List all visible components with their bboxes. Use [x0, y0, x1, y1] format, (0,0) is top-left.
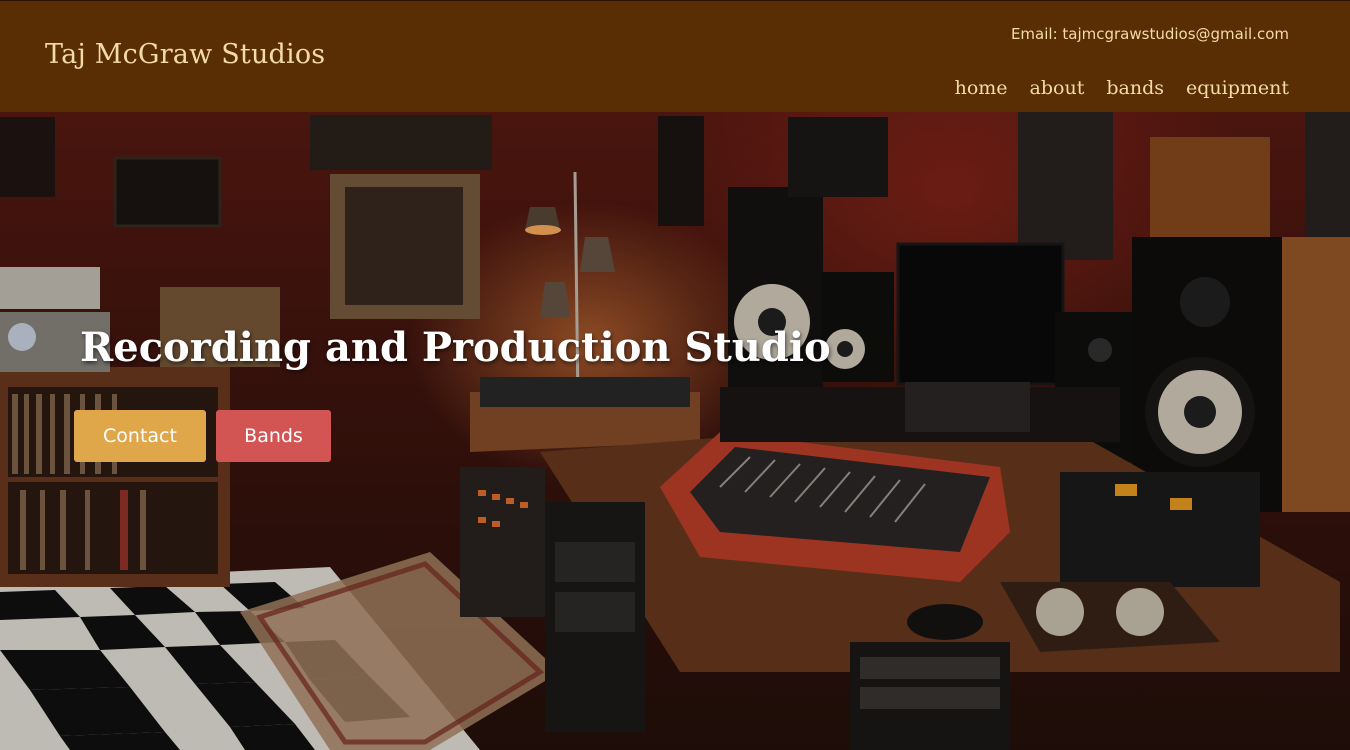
nav-about[interactable]: about [1030, 77, 1085, 99]
site-header: Taj McGraw Studios Email: tajmcgrawstudi… [0, 0, 1350, 112]
main-nav: home about bands equipment [933, 77, 1289, 99]
bands-button[interactable]: Bands [216, 410, 331, 462]
contact-email: Email: tajmcgrawstudios@gmail.com [1010, 25, 1289, 43]
hero-section: Recording and Production Studio Contact … [0, 112, 1350, 750]
contact-button[interactable]: Contact [74, 410, 206, 462]
nav-equipment[interactable]: equipment [1186, 77, 1289, 99]
brand-logo-link[interactable]: Taj McGraw Studios [45, 39, 325, 70]
nav-home[interactable]: home [955, 77, 1008, 99]
hero-title: Recording and Production Studio [80, 324, 831, 371]
nav-bands[interactable]: bands [1106, 77, 1164, 99]
